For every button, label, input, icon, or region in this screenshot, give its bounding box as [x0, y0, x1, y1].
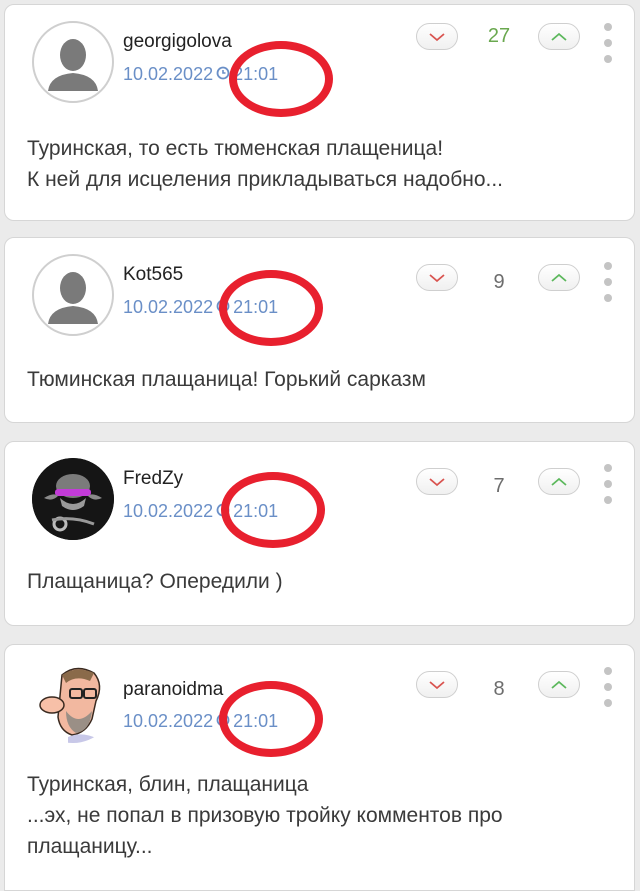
comment-score: 8 [493, 678, 505, 700]
chevron-up-icon [551, 680, 567, 689]
comment-card: georgigolova 10.02.2022 21:01 27 Туринск… [4, 4, 635, 221]
paranoidma-avatar-image [39, 667, 101, 743]
comment-datetime[interactable]: 10.02.2022 21:01 [123, 64, 278, 85]
comment-datetime[interactable]: 10.02.2022 21:01 [123, 501, 278, 522]
upvote-button[interactable] [538, 468, 580, 495]
vertical-ellipsis-icon [604, 23, 612, 31]
clock-icon [216, 501, 230, 522]
chevron-down-icon [429, 477, 445, 486]
chevron-up-icon [551, 477, 567, 486]
comment-text: Туринская, то есть тюменская плащеница! … [27, 137, 503, 191]
comment-date: 10.02.2022 [123, 711, 214, 731]
chevron-up-icon [551, 32, 567, 41]
comment-datetime[interactable]: 10.02.2022 21:01 [123, 297, 278, 318]
username[interactable]: paranoidma [123, 679, 223, 701]
comment-time: 21:01 [233, 297, 279, 317]
vertical-ellipsis-icon [604, 262, 612, 270]
clock-icon [216, 64, 230, 85]
fredzy-avatar-image [32, 458, 114, 540]
comment-date: 10.02.2022 [123, 297, 214, 317]
avatar[interactable] [32, 661, 114, 743]
comment-time: 21:01 [233, 64, 279, 84]
chevron-down-icon [429, 273, 445, 282]
comment-score: 9 [493, 271, 505, 293]
clock-icon [216, 711, 230, 732]
comment-date: 10.02.2022 [123, 64, 214, 84]
avatar[interactable] [32, 458, 114, 540]
more-menu-button[interactable] [601, 262, 615, 302]
comment-date: 10.02.2022 [123, 501, 214, 521]
downvote-button[interactable] [416, 264, 458, 291]
user-silhouette-icon [36, 25, 110, 99]
comment-time: 21:01 [233, 711, 279, 731]
comment-card: FredZy 10.02.2022 21:01 7 Плащаница? Опе… [4, 441, 635, 626]
downvote-button[interactable] [416, 671, 458, 698]
more-menu-button[interactable] [601, 667, 615, 707]
upvote-button[interactable] [538, 264, 580, 291]
comment-text: Туринская, блин, плащаница ...эх, не поп… [27, 773, 503, 858]
avatar[interactable] [32, 254, 114, 336]
comment-time: 21:01 [233, 501, 279, 521]
downvote-button[interactable] [416, 23, 458, 50]
more-menu-button[interactable] [601, 23, 615, 63]
user-silhouette-icon [36, 258, 110, 332]
avatar[interactable] [32, 21, 114, 103]
comment-datetime[interactable]: 10.02.2022 21:01 [123, 711, 278, 732]
downvote-button[interactable] [416, 468, 458, 495]
vertical-ellipsis-icon [604, 667, 612, 675]
comment-text: Плащаница? Опередили ) [27, 570, 283, 593]
comment-text: Тюминская плащаница! Горький сарказм [27, 368, 426, 391]
comment-score: 7 [493, 475, 505, 497]
comment-score: 27 [487, 25, 511, 47]
comment-card: Kot565 10.02.2022 21:01 9 Тюминская плащ… [4, 237, 635, 423]
upvote-button[interactable] [538, 671, 580, 698]
username[interactable]: FredZy [123, 468, 183, 490]
more-menu-button[interactable] [601, 464, 615, 504]
vertical-ellipsis-icon [604, 464, 612, 472]
upvote-button[interactable] [538, 23, 580, 50]
comment-card: paranoidma 10.02.2022 21:01 8 Туринская,… [4, 644, 635, 891]
username[interactable]: Kot565 [123, 264, 183, 286]
chevron-up-icon [551, 273, 567, 282]
clock-icon [216, 297, 230, 318]
chevron-down-icon [429, 680, 445, 689]
username[interactable]: georgigolova [123, 31, 232, 53]
chevron-down-icon [429, 32, 445, 41]
